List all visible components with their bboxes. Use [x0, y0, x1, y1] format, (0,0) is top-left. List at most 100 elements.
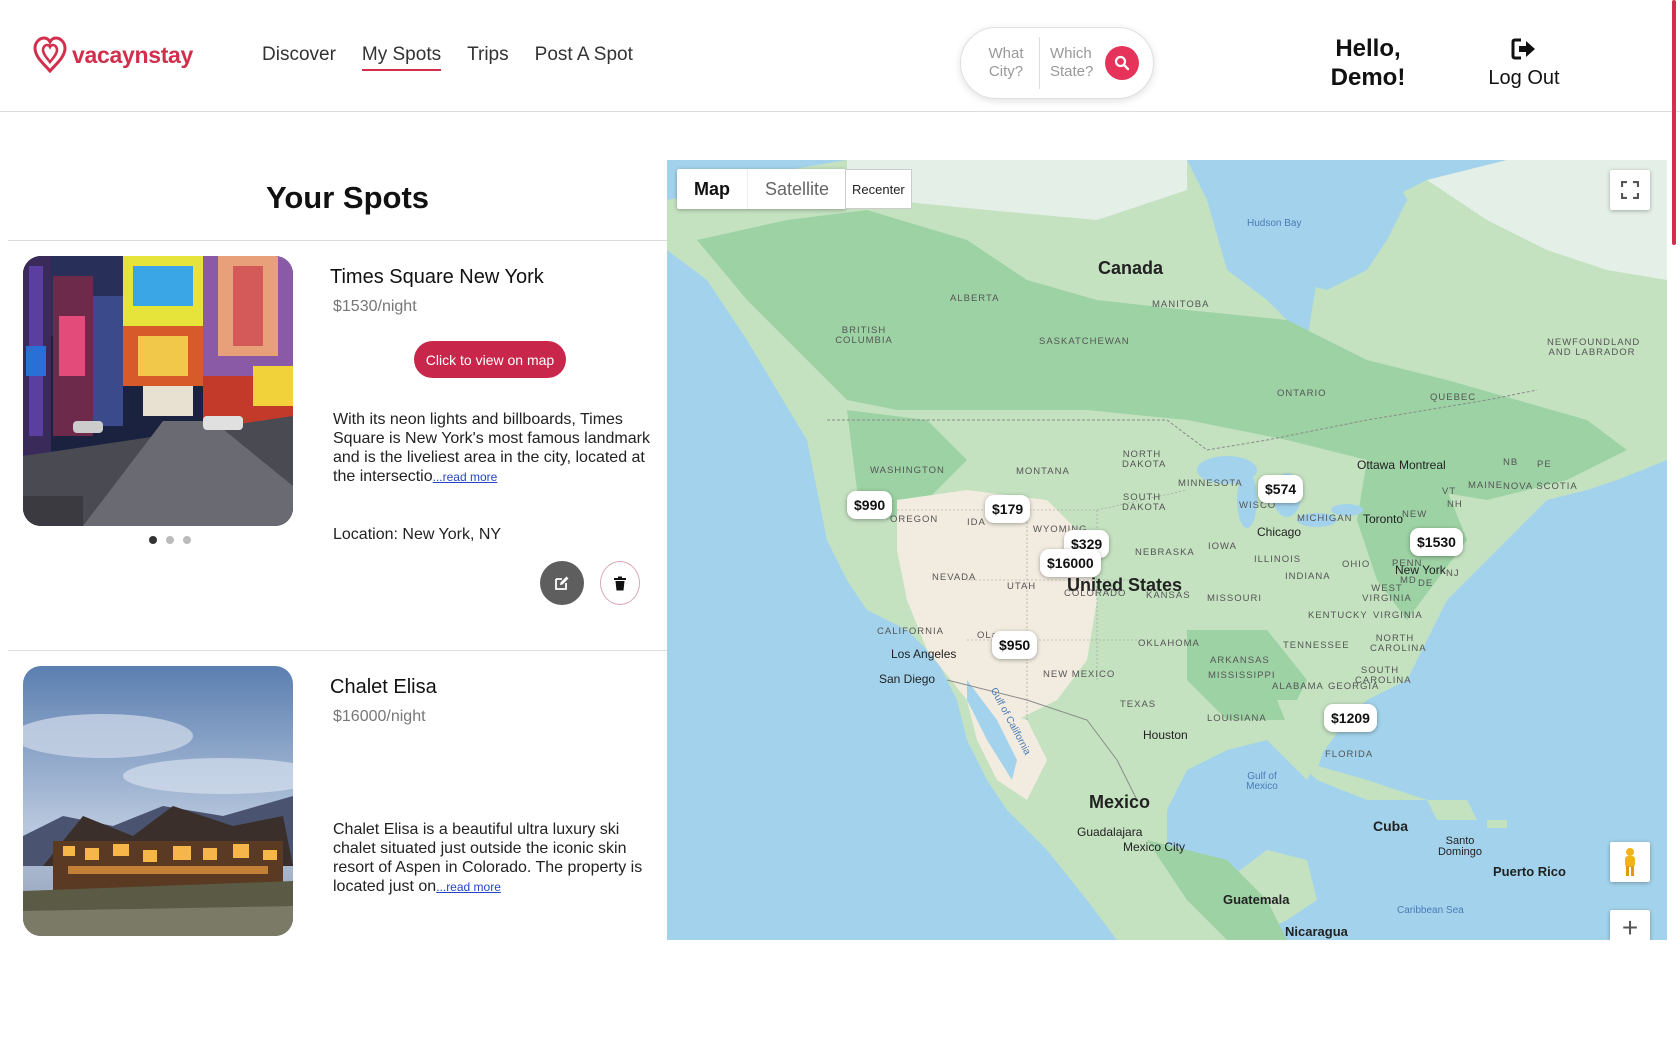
map-label: SASKATCHEWAN — [1039, 336, 1130, 347]
map-label: KENTUCKY — [1308, 610, 1368, 621]
spot-description: With its neon lights and billboards, Tim… — [333, 410, 653, 487]
user-greeting: Hello, Demo! — [1330, 35, 1406, 91]
map-label: DE — [1418, 578, 1434, 589]
map-label: CALIFORNIA — [877, 626, 945, 637]
map-label: Ottawa — [1357, 458, 1396, 472]
map-label: Houston — [1143, 728, 1188, 742]
trash-icon — [614, 576, 626, 590]
fullscreen-icon — [1621, 181, 1639, 199]
map-label: MISSOURI — [1207, 593, 1262, 604]
map-label: VIRGINIA — [1373, 610, 1423, 621]
spot-price: $1530/night — [333, 298, 417, 315]
map-label: UTAH — [1007, 581, 1037, 592]
map-label: GEORGIA — [1328, 681, 1380, 692]
carousel-dot[interactable] — [149, 536, 157, 544]
city-search-input[interactable]: What City? — [961, 45, 1033, 81]
map-label: ONTARIO — [1277, 388, 1327, 399]
map-label: NH — [1447, 499, 1463, 510]
map-label: Los Angeles — [891, 647, 957, 661]
edit-icon — [555, 576, 569, 590]
logo[interactable]: vacaynstay — [32, 36, 193, 74]
map-label: ALBERTA — [950, 293, 1000, 304]
map-label: NORTH CAROLINA — [1370, 633, 1427, 654]
main-nav: Discover My Spots Trips Post A Spot — [262, 44, 633, 71]
map-label: NEW — [1402, 509, 1428, 520]
map-label: OREGON — [890, 514, 939, 525]
nav-my-spots[interactable]: My Spots — [361, 44, 442, 71]
map-view[interactable]: Hudson Bay Gulf of Mexico Gulf of Califo… — [667, 160, 1667, 940]
map-label: Puerto Rico — [1493, 864, 1566, 879]
map-label: INDIANA — [1285, 571, 1331, 582]
map-label: KANSAS — [1146, 590, 1191, 601]
map-label: TEXAS — [1120, 699, 1157, 710]
map-label: MONTANA — [1016, 466, 1070, 477]
heart-pin-logo-icon — [33, 36, 67, 74]
state-search-input[interactable]: Which State? — [1050, 45, 1096, 81]
map-label: SOUTH DAKOTA — [1122, 492, 1167, 513]
map-label: PE — [1537, 459, 1552, 470]
logout-button[interactable]: Log Out — [1478, 38, 1570, 90]
spot-image-carousel[interactable] — [23, 256, 293, 526]
nav-post-a-spot[interactable]: Post A Spot — [535, 44, 633, 71]
map-label: Santo Domingo — [1437, 835, 1483, 858]
map-label: Toronto — [1363, 512, 1404, 526]
carousel-dot[interactable] — [183, 536, 191, 544]
top-nav-bar: vacaynstay Discover My Spots Trips Post … — [0, 0, 1680, 112]
map-type-control: Map Satellite — [677, 169, 847, 209]
spot-image-carousel[interactable] — [23, 666, 293, 936]
logo-text: vacaynstay — [72, 41, 194, 68]
map-label: IOWA — [1208, 541, 1237, 552]
spot-card: Chalet Elisa $16000/night Chalet Elisa i… — [0, 650, 668, 1060]
map-label: MISSISSIPPI — [1208, 670, 1276, 681]
street-view-button[interactable] — [1610, 842, 1650, 882]
map-label: MAINE — [1468, 480, 1504, 491]
search-bar: What City? Which State? — [960, 27, 1154, 99]
map-label: IDA — [967, 517, 986, 528]
map-label: NEBRASKA — [1135, 547, 1195, 558]
search-divider — [1039, 37, 1040, 89]
map-label: Cuba — [1373, 818, 1408, 834]
price-marker[interactable]: $950 — [992, 631, 1038, 659]
map-label: WEST VIRGINIA — [1362, 583, 1412, 604]
map-label: Gulf of Mexico — [1246, 771, 1278, 792]
edit-spot-button[interactable] — [540, 561, 584, 605]
view-on-map-button[interactable]: Click to view on map — [414, 341, 566, 378]
nav-discover[interactable]: Discover — [262, 44, 336, 71]
map-label: NJ — [1446, 568, 1460, 579]
spot-description: Chalet Elisa is a beautiful ultra luxury… — [333, 820, 653, 897]
map-label: Hudson Bay — [1247, 218, 1302, 229]
map-label: Chicago — [1257, 525, 1302, 539]
map-label: OKLAHOMA — [1138, 638, 1200, 649]
map-label: ILLINOIS — [1254, 554, 1302, 565]
map-type-satellite-button[interactable]: Satellite — [747, 169, 846, 209]
spot-card: Times Square New York $1530/night Click … — [0, 240, 668, 650]
map-label: Nicaragua — [1285, 924, 1348, 939]
nav-trips[interactable]: Trips — [467, 44, 509, 71]
map-label: LOUISIANA — [1207, 713, 1267, 724]
map-label: FLORIDA — [1325, 749, 1374, 760]
read-more-link[interactable]: ...read more — [436, 880, 501, 894]
price-marker[interactable]: $179 — [985, 495, 1031, 523]
map-type-map-button[interactable]: Map — [677, 169, 747, 209]
page-scrollbar[interactable] — [1672, 0, 1676, 245]
map-label: NOVA SCOTIA — [1503, 481, 1578, 492]
carousel-dot[interactable] — [166, 536, 174, 544]
price-marker[interactable]: $16000 — [1040, 549, 1101, 577]
price-marker[interactable]: $574 — [1258, 475, 1304, 503]
price-marker[interactable]: $1530 — [1410, 528, 1463, 556]
price-marker[interactable]: $990 — [847, 491, 893, 519]
fullscreen-button[interactable] — [1610, 170, 1650, 210]
zoom-in-button[interactable]: + — [1610, 910, 1650, 940]
map-label: NB — [1503, 457, 1519, 468]
map-label: COLORADO — [1064, 588, 1127, 599]
read-more-link[interactable]: ...read more — [433, 470, 498, 484]
map-label: Guadalajara — [1077, 825, 1143, 839]
recenter-button[interactable]: Recenter — [845, 169, 912, 209]
search-button[interactable] — [1105, 46, 1139, 80]
map-label: San Diego — [879, 672, 936, 686]
delete-spot-button[interactable] — [600, 561, 640, 605]
map-label: Caribbean Sea — [1397, 905, 1464, 916]
price-marker[interactable]: $1209 — [1324, 704, 1377, 732]
spot-name: Times Square New York — [330, 266, 544, 288]
map-label: QUEBEC — [1430, 392, 1477, 403]
